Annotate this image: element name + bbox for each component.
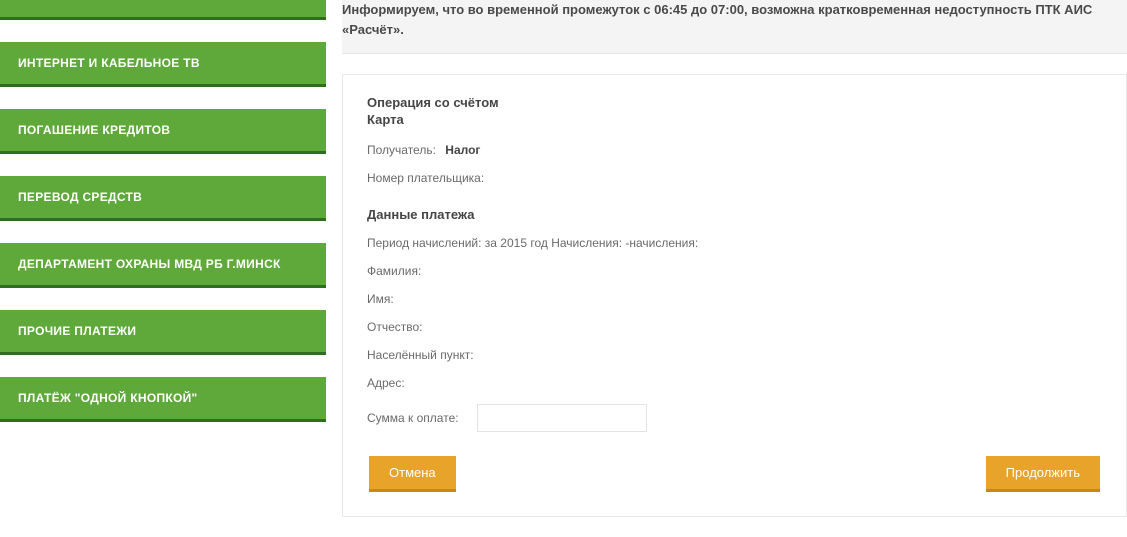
sidebar-item-other-payments[interactable]: ПРОЧИЕ ПЛАТЕЖИ: [0, 310, 326, 355]
sidebar-item-label: ПРОЧИЕ ПЛАТЕЖИ: [18, 324, 136, 338]
sidebar-item-top-stub[interactable]: [0, 0, 326, 20]
sidebar-item-label: ДЕПАРТАМЕНТ ОХРАНЫ МВД РБ Г.МИНСК: [18, 257, 281, 271]
payer-number-row: Номер плательщика:: [367, 171, 1102, 185]
lastname-row: Фамилия:: [367, 264, 1102, 278]
sidebar: ИНТЕРНЕТ И КАБЕЛЬНОЕ ТВ ПОГАШЕНИЕ КРЕДИТ…: [0, 0, 326, 517]
continue-button[interactable]: Продолжить: [986, 456, 1100, 492]
sidebar-item-internet-tv[interactable]: ИНТЕРНЕТ И КАБЕЛЬНОЕ ТВ: [0, 42, 326, 87]
amount-row: Сумма к оплате:: [367, 404, 1102, 432]
firstname-row: Имя:: [367, 292, 1102, 306]
address-row: Адрес:: [367, 376, 1102, 390]
actions-row: Отмена Продолжить: [367, 456, 1102, 492]
payment-data-title: Данные платежа: [367, 207, 1102, 222]
sidebar-item-one-button-payment[interactable]: ПЛАТЁЖ "ОДНОЙ КНОПКОЙ": [0, 377, 326, 422]
operation-title: Операция со счётом: [367, 95, 1102, 110]
patronymic-label: Отчество:: [367, 320, 423, 334]
sidebar-item-label: ПЛАТЁЖ "ОДНОЙ КНОПКОЙ": [18, 391, 198, 405]
sidebar-item-label: ПЕРЕВОД СРЕДСТВ: [18, 190, 142, 204]
address-label: Адрес:: [367, 376, 405, 390]
recipient-row: Получатель: Налог: [367, 143, 1102, 157]
amount-input[interactable]: [477, 404, 647, 432]
recipient-value: Налог: [445, 143, 480, 157]
sidebar-item-label: ПОГАШЕНИЕ КРЕДИТОВ: [18, 123, 170, 137]
card-line: Карта: [367, 112, 1102, 127]
sidebar-item-credit-repayment[interactable]: ПОГАШЕНИЕ КРЕДИТОВ: [0, 109, 326, 154]
period-row: Период начислений: за 2015 год Начислени…: [367, 236, 1102, 250]
sidebar-item-security-dept[interactable]: ДЕПАРТАМЕНТ ОХРАНЫ МВД РБ Г.МИНСК: [0, 243, 326, 288]
main-area: Информируем, что во временной промежуток…: [342, 0, 1127, 517]
patronymic-row: Отчество:: [367, 320, 1102, 334]
firstname-label: Имя:: [367, 292, 394, 306]
lastname-label: Фамилия:: [367, 264, 421, 278]
payment-panel: Операция со счётом Карта Получатель: Нал…: [342, 74, 1127, 517]
locality-row: Населённый пункт:: [367, 348, 1102, 362]
notice-text: Информируем, что во временной промежуток…: [342, 2, 1092, 37]
sidebar-item-funds-transfer[interactable]: ПЕРЕВОД СРЕДСТВ: [0, 176, 326, 221]
amount-label: Сумма к оплате:: [367, 411, 459, 425]
cancel-button[interactable]: Отмена: [369, 456, 456, 492]
recipient-label: Получатель:: [367, 143, 436, 157]
locality-label: Населённый пункт:: [367, 348, 474, 362]
payer-number-label: Номер плательщика:: [367, 171, 484, 185]
period-text: Период начислений: за 2015 год Начислени…: [367, 236, 698, 250]
notice-bar: Информируем, что во временной промежуток…: [342, 0, 1127, 54]
sidebar-item-label: ИНТЕРНЕТ И КАБЕЛЬНОЕ ТВ: [18, 56, 200, 70]
